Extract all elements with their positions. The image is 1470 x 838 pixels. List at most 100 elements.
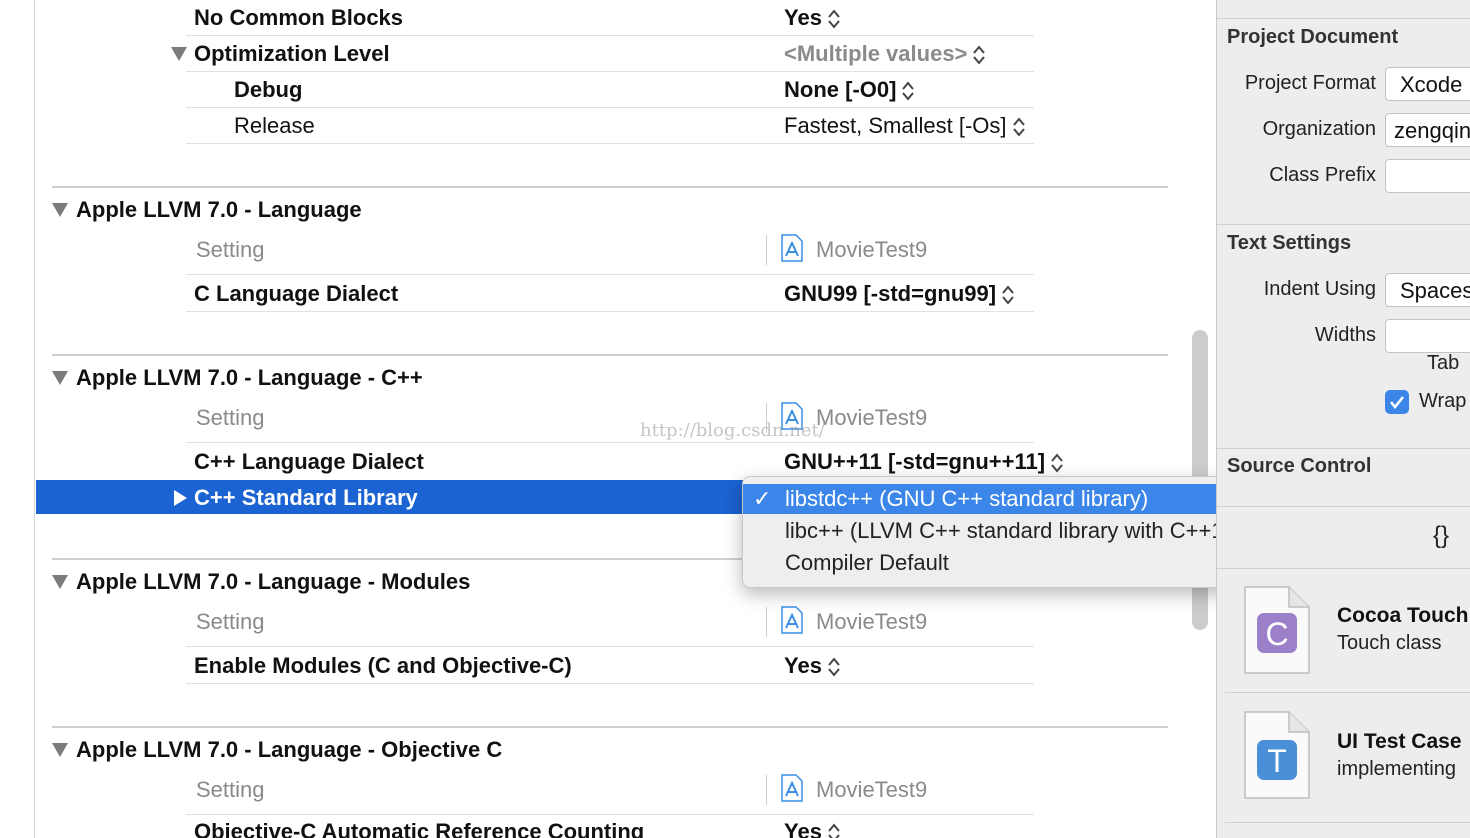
row-divider <box>186 646 1034 647</box>
organization-label: Organization <box>1262 118 1376 140</box>
indent-using-label: Indent Using <box>1263 278 1376 300</box>
build-settings-editor: No Common Blocks Yes Optimization Level … <box>0 0 1216 838</box>
panel-divider <box>1225 692 1470 693</box>
checkmark-icon <box>1389 396 1405 410</box>
stepper-icon <box>1002 285 1014 305</box>
setting-name: Debug <box>234 77 303 102</box>
setting-row-release[interactable]: Release Fastest, Smallest [-Os] <box>0 108 1180 144</box>
widths-label: Widths <box>1314 324 1376 346</box>
panel-divider <box>1217 568 1470 569</box>
stepper-icon <box>1012 117 1025 137</box>
column-separator <box>766 607 767 637</box>
project-format-select[interactable]: Xcode <box>1385 67 1470 101</box>
section-title[interactable]: Apple LLVM 7.0 - Language - C++ <box>76 360 423 396</box>
setting-name: Enable Modules (C and Objective-C) <box>194 653 572 678</box>
watermark: http://blog.csdn.net/ <box>640 420 825 441</box>
setting-name: Release <box>234 113 315 138</box>
tab-width-field[interactable] <box>1385 319 1470 353</box>
file-inspector-panel: Project Document Project Format Xcode Or… <box>1216 0 1470 838</box>
disclosure-expanded-icon[interactable] <box>52 743 68 757</box>
target-name: MovieTest9 <box>816 237 928 262</box>
section-title[interactable]: Apple LLVM 7.0 - Language <box>76 192 362 228</box>
text-settings-heading: Text Settings <box>1227 232 1352 254</box>
setting-value[interactable]: Yes <box>784 648 840 684</box>
row-divider <box>186 683 1034 684</box>
disclosure-expanded-icon[interactable] <box>52 575 68 589</box>
class-prefix-label: Class Prefix <box>1269 164 1376 186</box>
section-divider <box>52 186 1168 188</box>
code-snippet-library-icon[interactable]: {} <box>1433 522 1449 550</box>
setting-row-c-language-dialect[interactable]: C Language Dialect GNU99 [-std=gnu99] <box>0 276 1180 312</box>
setting-value[interactable]: Fastest, Smallest [-Os] <box>784 108 1025 144</box>
disclosure-expanded-icon[interactable] <box>52 203 68 217</box>
stepper-icon <box>828 823 840 838</box>
setting-value[interactable]: Yes <box>784 814 840 838</box>
setting-name: C++ Language Dialect <box>194 449 424 474</box>
setting-value[interactable]: None [-O0] <box>784 72 915 108</box>
project-document-heading: Project Document <box>1227 26 1399 48</box>
setting-header-row: Setting MovieTest9 <box>0 772 1180 808</box>
wrap-lines-checkbox[interactable] <box>1385 390 1409 414</box>
row-divider <box>186 143 1034 144</box>
setting-row-cpp-language-dialect[interactable]: C++ Language Dialect GNU++11 [-std=gnu++… <box>0 444 1180 480</box>
setting-row-debug[interactable]: Debug None [-O0] <box>0 72 1180 108</box>
stepper-icon <box>1051 453 1063 473</box>
target-name: MovieTest9 <box>816 777 928 802</box>
row-divider <box>186 311 1034 312</box>
disclosure-collapsed-icon[interactable] <box>174 490 187 506</box>
panel-divider <box>1217 448 1470 449</box>
panel-divider <box>1225 822 1470 823</box>
template-title: UI Test Case <box>1337 730 1462 753</box>
column-separator <box>766 775 767 805</box>
panel-divider <box>1217 506 1470 507</box>
stepper-icon <box>973 45 986 65</box>
setting-row-enable-modules[interactable]: Enable Modules (C and Objective-C) Yes <box>0 648 1180 684</box>
setting-name: C Language Dialect <box>194 281 399 306</box>
app-target-icon <box>781 774 803 802</box>
template-subtitle: implementing <box>1337 758 1456 780</box>
setting-value[interactable]: GNU++11 [-std=gnu++11] <box>784 444 1063 480</box>
target-name: MovieTest9 <box>816 609 928 634</box>
panel-divider <box>1217 18 1470 19</box>
setting-column-header: Setting <box>196 237 265 262</box>
stepper-icon <box>828 657 840 677</box>
column-separator <box>766 235 767 265</box>
disclosure-expanded-icon[interactable] <box>52 371 68 385</box>
setting-value[interactable]: <Multiple values> <box>784 36 986 72</box>
setting-name: Optimization Level <box>194 41 390 66</box>
setting-column-header: Setting <box>196 405 265 430</box>
tab-label: Tab <box>1427 352 1460 374</box>
row-divider <box>186 274 1034 275</box>
setting-row-optimization-level[interactable]: Optimization Level <Multiple values> <box>0 36 1180 72</box>
setting-row-no-common-blocks[interactable]: No Common Blocks Yes <box>0 0 1180 36</box>
app-target-icon <box>781 606 803 634</box>
setting-column-header: Setting <box>196 777 265 802</box>
stepper-icon <box>902 81 915 101</box>
setting-header-row: Setting MovieTest9 <box>0 604 1180 640</box>
template-subtitle: Touch class <box>1337 632 1442 654</box>
setting-value[interactable]: GNU99 [-std=gnu99] <box>784 276 1014 312</box>
cocoa-touch-class-icon[interactable]: C <box>1243 585 1311 675</box>
template-title: Cocoa Touch <box>1337 604 1469 627</box>
setting-column-header: Setting <box>196 609 265 634</box>
organization-field[interactable]: zengqin <box>1385 113 1470 147</box>
source-control-heading: Source Control <box>1227 455 1372 477</box>
section-title[interactable]: Apple LLVM 7.0 - Language - Modules <box>76 564 470 600</box>
ui-test-case-class-icon[interactable]: T <box>1243 710 1311 800</box>
indent-using-select[interactable]: Spaces <box>1385 273 1470 307</box>
project-format-label: Project Format <box>1244 72 1376 94</box>
section-divider <box>52 354 1168 356</box>
setting-row-objc-arc[interactable]: Objective-C Automatic Reference Counting… <box>0 814 1180 838</box>
setting-header-row: Setting MovieTest9 <box>0 400 1180 436</box>
section-divider <box>52 726 1168 728</box>
section-title[interactable]: Apple LLVM 7.0 - Language - Objective C <box>76 732 502 768</box>
wrap-lines-label: Wrap <box>1419 390 1467 412</box>
checkmark-icon: ✓ <box>753 486 772 511</box>
svg-text:C: C <box>1265 616 1288 652</box>
setting-header-row: Setting MovieTest9 <box>0 232 1180 268</box>
class-prefix-field[interactable] <box>1385 159 1470 193</box>
svg-text:T: T <box>1267 743 1287 779</box>
disclosure-expanded-icon[interactable] <box>171 47 187 61</box>
app-target-icon <box>781 234 803 262</box>
setting-value[interactable]: Yes <box>784 0 840 36</box>
